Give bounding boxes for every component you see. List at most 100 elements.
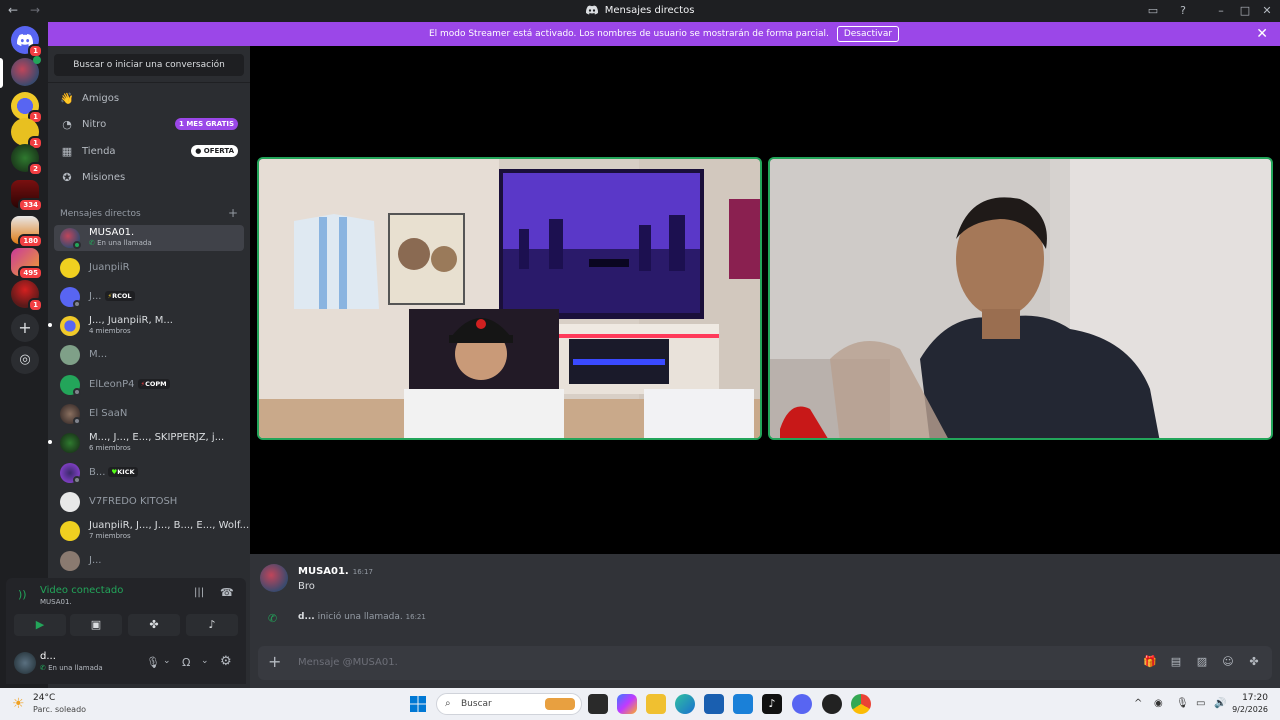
search-conversation-button[interactable]: Buscar o iniciar una conversación bbox=[54, 54, 244, 76]
offer-tag-label: OFERTA bbox=[203, 147, 234, 155]
tiktok-icon[interactable]: ♪ bbox=[762, 694, 782, 714]
server-icon[interactable]: 1 bbox=[11, 118, 43, 150]
tag-icon: ● bbox=[195, 147, 202, 155]
server-icon[interactable]: 180 bbox=[11, 216, 43, 248]
chevron-up-icon[interactable]: ^ bbox=[1134, 698, 1142, 709]
dm-item[interactable]: J... bbox=[54, 548, 244, 574]
nav-label: Tienda bbox=[82, 145, 116, 157]
server-icon[interactable]: 495 bbox=[11, 248, 43, 280]
server-icon[interactable]: 2 bbox=[11, 144, 43, 176]
video-tile-self[interactable] bbox=[257, 157, 762, 440]
video-tile-remote[interactable] bbox=[768, 157, 1273, 440]
inbox-icon[interactable]: ▭ bbox=[1146, 4, 1160, 18]
voice-connection-panel: )) Video conectado MUSA01. ||| ☎ ▶ ▣ ✤ ♪ bbox=[6, 578, 246, 640]
avatar[interactable] bbox=[14, 652, 36, 674]
activities-button[interactable]: ✤ bbox=[128, 614, 180, 636]
edge-icon[interactable] bbox=[675, 694, 695, 714]
avatar[interactable] bbox=[260, 564, 288, 592]
dm-group-item[interactable]: M..., J..., E..., SKIPPERJZ, j... 6 miem… bbox=[48, 430, 244, 456]
dm-item[interactable]: M... bbox=[54, 342, 244, 368]
volume-icon[interactable]: 🔊 bbox=[1214, 698, 1226, 709]
store-icon[interactable] bbox=[704, 694, 724, 714]
dm-item[interactable]: J... ⚡RCOL bbox=[54, 284, 244, 310]
emoji-icon[interactable]: ☺ bbox=[1220, 655, 1236, 671]
dm-item[interactable]: V7FREDO KITOSH bbox=[54, 489, 244, 515]
screen-share-icon: ▣ bbox=[90, 618, 102, 631]
dm-item[interactable]: JuanpiiR bbox=[54, 255, 244, 281]
task-view-icon[interactable] bbox=[588, 694, 608, 714]
dm-item[interactable]: B... ♥KICK bbox=[54, 460, 244, 486]
clock-time[interactable]: 17:20 bbox=[1242, 693, 1268, 703]
voice-status[interactable]: Video conectado bbox=[40, 585, 123, 596]
home-button[interactable]: 1 bbox=[11, 26, 43, 58]
chevron-down-icon[interactable]: ⌄ bbox=[163, 656, 171, 666]
nav-nitro[interactable]: ◔ Nitro 1 MES GRATIS bbox=[54, 111, 244, 137]
discover-button[interactable]: ◎ bbox=[11, 346, 39, 374]
server-icon[interactable]: 1 bbox=[11, 280, 43, 312]
copilot-icon[interactable] bbox=[617, 694, 637, 714]
close-window-icon[interactable]: ✕ bbox=[1260, 4, 1274, 18]
close-banner-icon[interactable]: ✕ bbox=[1256, 26, 1268, 42]
file-explorer-icon[interactable] bbox=[646, 694, 666, 714]
microphone-icon[interactable]: 🎙 bbox=[146, 656, 160, 669]
server-icon[interactable]: 1 bbox=[11, 92, 43, 124]
headphones-icon[interactable]: Ω bbox=[182, 656, 190, 669]
avatar bbox=[60, 316, 80, 336]
message-input[interactable]: Mensaje @MUSA01. bbox=[298, 657, 398, 668]
clan-tag-label: KICK bbox=[117, 468, 135, 476]
phone-icon: ✆ bbox=[89, 239, 95, 247]
dm-item[interactable]: ElLeonP4 ⚡COPM bbox=[54, 372, 244, 398]
weather-icon[interactable]: ☀ bbox=[12, 696, 25, 712]
add-server-button[interactable]: + bbox=[11, 314, 39, 342]
call-timestamp: 16:21 bbox=[405, 613, 426, 621]
camera-button[interactable]: ▶ bbox=[14, 614, 66, 636]
dm-group-item[interactable]: JuanpiiR, J..., J..., B..., E..., Wolf..… bbox=[54, 518, 249, 544]
gif-icon[interactable]: ▤ bbox=[1168, 655, 1184, 671]
chrome-icon[interactable] bbox=[851, 694, 871, 714]
screen-share-button[interactable]: ▣ bbox=[70, 614, 122, 636]
avatar bbox=[60, 492, 80, 512]
dm-group-item[interactable]: J..., JuanpiiR, M... 4 miembros bbox=[48, 313, 244, 339]
apps-icon[interactable]: ✤ bbox=[1246, 655, 1262, 671]
server-icon[interactable]: 334 bbox=[11, 180, 43, 212]
tray-app-icon[interactable]: ◉ bbox=[1154, 698, 1163, 709]
outlook-icon[interactable] bbox=[733, 694, 753, 714]
steam-icon[interactable] bbox=[822, 694, 842, 714]
server-icon[interactable] bbox=[11, 56, 41, 86]
dm-item[interactable]: El SaaN bbox=[54, 401, 244, 427]
nav-friends[interactable]: 👋 Amigos bbox=[54, 85, 244, 111]
friends-icon: 👋 bbox=[60, 91, 74, 105]
taskbar-search-label: Buscar bbox=[461, 699, 492, 709]
user-status-text: En una llamada bbox=[48, 664, 103, 672]
message-author[interactable]: MUSA01. 16:17 bbox=[298, 566, 373, 577]
dm-subtitle: 6 miembros bbox=[89, 444, 131, 452]
chevron-down-icon[interactable]: ⌄ bbox=[201, 656, 209, 666]
disconnect-icon[interactable]: ☎ bbox=[220, 586, 234, 599]
soundboard-button[interactable]: ♪ bbox=[186, 614, 238, 636]
nav-shop[interactable]: ▦ Tienda ● OFERTA bbox=[54, 138, 244, 164]
avatar bbox=[60, 433, 80, 453]
settings-gear-icon[interactable]: ⚙ bbox=[220, 654, 232, 669]
status-indicator bbox=[73, 476, 81, 484]
nav-quests[interactable]: ✪ Misiones bbox=[54, 164, 244, 190]
message-composer[interactable]: + Mensaje @MUSA01. 🎁 ▤ ▨ ☺ ✤ bbox=[258, 646, 1272, 680]
microphone-icon[interactable]: 🎙 bbox=[1176, 698, 1189, 709]
attach-plus-icon[interactable]: + bbox=[268, 652, 281, 671]
discord-taskbar-icon[interactable] bbox=[792, 694, 812, 714]
maximize-icon[interactable]: □ bbox=[1238, 4, 1252, 18]
weather-temperature[interactable]: 24°C bbox=[33, 693, 55, 703]
network-icon[interactable]: ▭ bbox=[1196, 698, 1205, 709]
deactivate-button[interactable]: Desactivar bbox=[836, 26, 900, 42]
noise-suppression-icon[interactable]: ||| bbox=[194, 587, 204, 598]
nitro-icon: ◔ bbox=[62, 117, 72, 131]
taskbar-search[interactable]: ⌕ Buscar bbox=[436, 693, 582, 715]
dm-item[interactable]: MUSA01. ✆ En una llamada bbox=[54, 225, 244, 251]
window-title: Mensajes directos bbox=[0, 5, 1280, 16]
windows-start-icon[interactable] bbox=[410, 696, 426, 712]
sticker-icon[interactable]: ▨ bbox=[1194, 655, 1210, 671]
minimize-icon[interactable]: – bbox=[1214, 4, 1228, 18]
offer-tag: ● OFERTA bbox=[191, 145, 238, 157]
gift-icon[interactable]: 🎁 bbox=[1142, 655, 1158, 671]
help-icon[interactable]: ? bbox=[1176, 4, 1190, 18]
create-dm-icon[interactable]: + bbox=[228, 206, 238, 220]
